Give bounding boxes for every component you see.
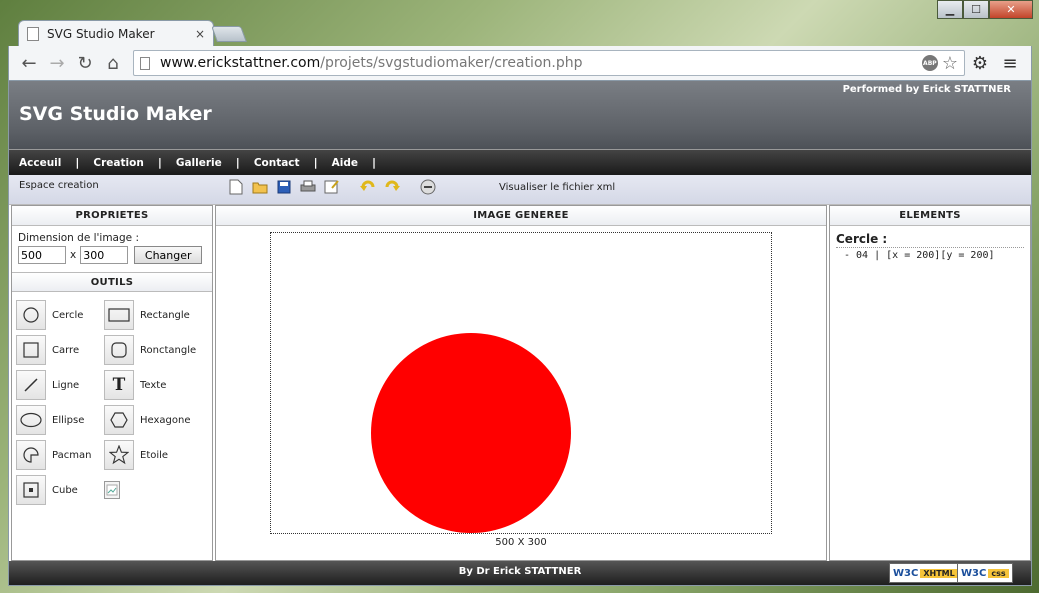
line-icon[interactable] bbox=[16, 370, 46, 400]
square-icon[interactable] bbox=[16, 335, 46, 365]
tool-etoile[interactable]: Etoile bbox=[104, 440, 204, 470]
text-icon[interactable]: T bbox=[104, 370, 134, 400]
menu-item-contact[interactable]: Contact bbox=[254, 157, 300, 169]
address-bar[interactable]: www.erickstattner.com /projets/svgstudio… bbox=[133, 50, 965, 76]
tools-grid: Cercle Rectangle Carre Ronctangle Ligne … bbox=[12, 292, 212, 513]
adblock-icon[interactable]: ABP bbox=[921, 55, 938, 71]
url-host: www.erickstattner.com bbox=[160, 55, 321, 71]
dimension-separator: x bbox=[70, 249, 77, 261]
tool-cube[interactable]: Cube bbox=[16, 475, 104, 505]
menu-item-aide[interactable]: Aide bbox=[332, 157, 358, 169]
undo-icon[interactable] bbox=[359, 178, 377, 196]
generated-svg[interactable] bbox=[271, 233, 771, 533]
element-group-cercle: Cercle : bbox=[836, 232, 1024, 248]
elements-list: Cercle : - 04 | [x = 200][y = 200] bbox=[830, 226, 1030, 267]
browser-toolbar: ← → ↻ ⌂ www.erickstattner.com /projets/s… bbox=[8, 46, 1032, 80]
left-panel: PROPRIETES Dimension de l'image : x Chan… bbox=[11, 205, 213, 561]
action-bar: Espace creation Visualiser le fichier xm… bbox=[9, 175, 1031, 205]
save-icon[interactable] bbox=[275, 178, 293, 196]
visualiser-xml-link[interactable]: Visualiser le fichier xml bbox=[499, 182, 615, 193]
forward-icon[interactable]: → bbox=[43, 51, 71, 75]
tool-texte[interactable]: T Texte bbox=[104, 370, 204, 400]
footer-credit: By Dr Erick STATTNER bbox=[458, 566, 582, 577]
cube-icon[interactable] bbox=[16, 475, 46, 505]
image-generee-heading: IMAGE GENEREE bbox=[216, 206, 826, 226]
tab-bar: SVG Studio Maker × bbox=[8, 16, 1032, 46]
broken-image-icon[interactable] bbox=[104, 481, 120, 499]
outils-heading: OUTILS bbox=[12, 272, 212, 292]
home-icon[interactable]: ⌂ bbox=[99, 51, 127, 75]
rounded-rect-icon[interactable] bbox=[104, 335, 134, 365]
center-panel: IMAGE GENEREE 500 X 300 bbox=[215, 205, 827, 561]
svg-canvas[interactable] bbox=[270, 232, 772, 534]
tab-close-icon[interactable]: × bbox=[195, 27, 205, 41]
url-path: /projets/svgstudiomaker/creation.php bbox=[320, 55, 583, 71]
tool-ronctangle[interactable]: Ronctangle bbox=[104, 335, 204, 365]
properties-icon[interactable] bbox=[323, 178, 341, 196]
proprietes-heading: PROPRIETES bbox=[12, 206, 212, 226]
tool-ligne[interactable]: Ligne bbox=[16, 370, 104, 400]
element-item[interactable]: - 04 | [x = 200][y = 200] bbox=[836, 250, 1024, 261]
width-input[interactable] bbox=[18, 246, 66, 264]
rectangle-icon[interactable] bbox=[104, 300, 134, 330]
new-file-icon[interactable] bbox=[227, 178, 245, 196]
action-icons bbox=[227, 178, 437, 196]
tool-ellipse[interactable]: Ellipse bbox=[16, 405, 104, 435]
change-size-button[interactable]: Changer bbox=[134, 246, 203, 264]
w3c-css-badge[interactable]: W3C css bbox=[957, 563, 1013, 583]
circle-icon[interactable] bbox=[16, 300, 46, 330]
site-footer: By Dr Erick STATTNER W3C XHTML 1.0 W3C c… bbox=[9, 561, 1031, 585]
delete-icon[interactable] bbox=[419, 178, 437, 196]
menu-item-creation[interactable]: Creation bbox=[93, 157, 143, 169]
site-header: SVG Studio Maker Performed by Erick STAT… bbox=[9, 81, 1031, 149]
browser-tab[interactable]: SVG Studio Maker × bbox=[18, 20, 214, 46]
height-input[interactable] bbox=[80, 246, 129, 264]
espace-creation-label: Espace creation bbox=[19, 180, 99, 191]
reload-icon[interactable]: ↻ bbox=[71, 51, 99, 75]
tool-rectangle[interactable]: Rectangle bbox=[104, 300, 204, 330]
settings-gear-icon[interactable]: ⚙ bbox=[965, 51, 995, 75]
dimension-label: Dimension de l'image : bbox=[18, 232, 139, 244]
tool-pacman[interactable]: Pacman bbox=[16, 440, 104, 470]
tab-title: SVG Studio Maker bbox=[47, 26, 155, 41]
star-icon[interactable] bbox=[104, 440, 134, 470]
tool-hexagone[interactable]: Hexagone bbox=[104, 405, 204, 435]
site-title: SVG Studio Maker bbox=[19, 103, 212, 125]
tool-broken-image[interactable] bbox=[104, 475, 204, 505]
workspace: PROPRIETES Dimension de l'image : x Chan… bbox=[9, 205, 1031, 561]
dimension-section: Dimension de l'image : x Changer bbox=[12, 226, 212, 270]
pacman-icon[interactable] bbox=[16, 440, 46, 470]
page-viewport: SVG Studio Maker Performed by Erick STAT… bbox=[8, 80, 1032, 586]
menu-item-acceuil[interactable]: Acceuil bbox=[19, 157, 61, 169]
page-icon bbox=[140, 56, 150, 70]
bookmark-star-icon[interactable]: ☆ bbox=[942, 53, 958, 74]
redo-icon[interactable] bbox=[383, 178, 401, 196]
tool-carre[interactable]: Carre bbox=[16, 335, 104, 365]
new-tab-button[interactable] bbox=[211, 26, 247, 42]
print-icon[interactable] bbox=[299, 178, 317, 196]
generated-circle[interactable] bbox=[371, 333, 571, 533]
hexagon-icon[interactable] bbox=[104, 405, 134, 435]
open-folder-icon[interactable] bbox=[251, 178, 269, 196]
menu-icon[interactable]: ≡ bbox=[995, 51, 1025, 75]
tool-cercle[interactable]: Cercle bbox=[16, 300, 104, 330]
image-size-label: 500 X 300 bbox=[495, 537, 547, 548]
right-panel: ELEMENTS Cercle : - 04 | [x = 200][y = 2… bbox=[829, 205, 1031, 561]
browser-window: ▁ ☐ ✕ SVG Studio Maker × ← → ↻ ⌂ www.eri… bbox=[0, 0, 1039, 593]
elements-heading: ELEMENTS bbox=[830, 206, 1030, 226]
page-favicon-icon bbox=[27, 26, 39, 41]
performed-by: Performed by Erick STATTNER bbox=[842, 84, 1011, 95]
ellipse-icon[interactable] bbox=[16, 405, 46, 435]
site-menu: Acceuil | Creation | Gallerie | Contact | Ai… bbox=[9, 149, 1031, 175]
menu-item-gallerie[interactable]: Gallerie bbox=[176, 157, 222, 169]
back-icon[interactable]: ← bbox=[15, 51, 43, 75]
